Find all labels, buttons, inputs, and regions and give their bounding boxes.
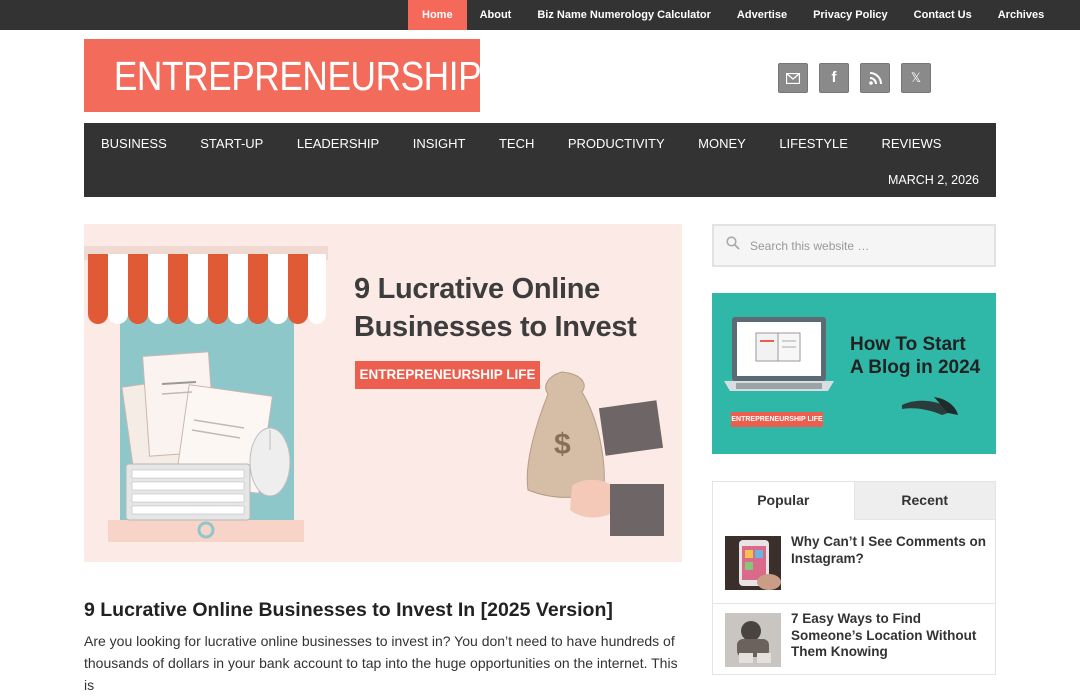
nav-money[interactable]: MONEY (698, 136, 746, 151)
facebook-icon[interactable]: f (819, 63, 849, 93)
featured-image-title: 9 Lucrative Online Businesses to Invest (354, 273, 637, 343)
popular-recent-widget: Popular Recent Why Can’t I See Comments … (712, 481, 996, 675)
nav-tech[interactable]: TECH (499, 136, 534, 151)
top-nav-numerology-calculator[interactable]: Biz Name Numerology Calculator (524, 0, 724, 30)
top-nav-home[interactable]: Home (408, 0, 467, 30)
nav-start-up[interactable]: START-UP (200, 136, 263, 151)
post-thumbnail[interactable] (725, 613, 781, 667)
tab-recent[interactable]: Recent (854, 482, 995, 520)
email-icon[interactable] (778, 63, 808, 93)
list-item-title[interactable]: 7 Easy Ways to Find Someone’s Location W… (791, 611, 987, 661)
top-nav-contact-us[interactable]: Contact Us (901, 0, 985, 30)
post-thumbnail[interactable] (725, 536, 781, 590)
banner-title: How To Start A Blog in 2024 (850, 334, 981, 378)
blog-guide-banner[interactable]: How To Start A Blog in 2024 ENTREPRENEUR… (712, 293, 996, 454)
top-nav: Home About Biz Name Numerology Calculato… (408, 0, 1057, 30)
nav-business[interactable]: BUSINESS (101, 136, 167, 151)
nav-reviews[interactable]: REVIEWS (881, 136, 941, 151)
search-box (712, 224, 996, 267)
post-excerpt: Are you looking for lucrative online bus… (84, 633, 678, 693)
top-bar: Home About Biz Name Numerology Calculato… (0, 0, 1080, 30)
current-date: MARCH 2, 2026 (887, 173, 979, 187)
x-icon[interactable]: 𝕏 (901, 63, 931, 93)
social-icons: f 𝕏 (778, 63, 931, 93)
top-nav-archives[interactable]: Archives (985, 0, 1057, 30)
search-input[interactable] (750, 235, 980, 257)
search-icon (726, 236, 740, 255)
list-divider (713, 603, 995, 604)
top-nav-advertise[interactable]: Advertise (724, 0, 800, 30)
top-nav-about[interactable]: About (467, 0, 525, 30)
nav-insight[interactable]: INSIGHT (413, 136, 466, 151)
featured-image[interactable]: $ 9 Lucrative Online Businesses to Inves… (84, 224, 682, 562)
banner-badge: ENTREPRENEURSHIP LIFE (731, 412, 823, 427)
top-nav-privacy-policy[interactable]: Privacy Policy (800, 0, 901, 30)
nav-lifestyle[interactable]: LIFESTYLE (779, 136, 848, 151)
post-title[interactable]: 9 Lucrative Online Businesses to Invest … (84, 599, 613, 622)
nav-productivity[interactable]: PRODUCTIVITY (568, 136, 665, 151)
site-logo[interactable]: ENTREPRENEURSHIP LIFE (84, 39, 482, 174)
tab-popular[interactable]: Popular (713, 482, 855, 520)
svg-text:$: $ (554, 428, 571, 461)
nav-leadership[interactable]: LEADERSHIP (297, 136, 379, 151)
featured-image-badge: ENTREPRENEURSHIP LIFE (355, 361, 540, 389)
list-item-title[interactable]: Why Can’t I See Comments on Instagram? (791, 534, 987, 567)
main-nav: BUSINESS START-UP LEADERSHIP INSIGHT TEC… (84, 123, 996, 197)
rss-icon[interactable] (860, 63, 890, 93)
